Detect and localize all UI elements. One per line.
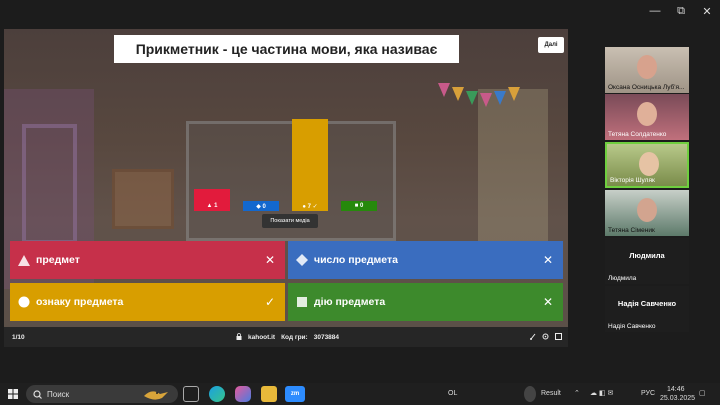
bird-widget-icon [140, 386, 172, 404]
participant-name: Людмила [608, 275, 637, 282]
edge-icon[interactable] [209, 386, 225, 402]
circle-icon [18, 296, 30, 308]
background-corkboard [112, 169, 174, 229]
answer-text: ознаку предмета [36, 296, 124, 308]
copilot-icon[interactable] [235, 386, 251, 402]
background-window [22, 124, 77, 244]
site-url: kahoot.it [248, 333, 276, 341]
answer-text: дію предмета [314, 296, 386, 308]
diamond-icon [296, 254, 308, 266]
chevron-up-icon[interactable]: ⌃ [574, 389, 580, 397]
participant-name: Надія Савченко [608, 323, 656, 330]
answer-text: предмет [36, 254, 80, 266]
clock-time[interactable]: 14:46 [667, 386, 685, 393]
lock-icon [236, 332, 242, 342]
participant-tile[interactable]: Оксана Осницька Луб'я... [605, 47, 689, 93]
close-icon: ✕ [264, 253, 275, 267]
square-icon [296, 296, 308, 308]
footer-tools [529, 332, 562, 342]
language-indicator[interactable]: РУС [641, 390, 655, 397]
pin-label: Код гри: [281, 333, 308, 341]
game-pin: 3073884 [313, 333, 340, 341]
show-media-tooltip[interactable]: Показати медіа [262, 214, 318, 228]
result-bar-label: ▲ 1 [194, 201, 230, 211]
result-bar-label: ■ 0 [341, 201, 377, 211]
zoom-icon[interactable]: zm [285, 386, 305, 402]
fullscreen-icon[interactable] [555, 332, 562, 342]
bunting-decoration [438, 79, 528, 109]
participant-name: Тетяна Солдатенко [608, 131, 667, 138]
close-button[interactable]: ✕ [694, 0, 720, 22]
participant-title: Людмила [629, 251, 665, 260]
window-controls: — ⧉ ✕ [642, 0, 720, 22]
answer-option-2[interactable]: число предмета ✕ [288, 241, 563, 279]
next-button[interactable]: Далі [538, 37, 564, 53]
result-icon [524, 386, 536, 402]
clock-date[interactable]: 25.03.2025 [660, 395, 695, 402]
shared-screen: Прикметник - це частина мови, яка назива… [4, 29, 568, 347]
participant-tile[interactable]: Людмила Людмила [605, 238, 689, 284]
settings-icon[interactable] [542, 333, 549, 342]
windows-icon [8, 389, 18, 399]
participant-tile[interactable]: Надія Савченко Надія Савченко [605, 286, 689, 332]
game-info: kahoot.it Код гри: 3073884 [236, 332, 340, 342]
close-icon: ✕ [542, 253, 553, 267]
result-bar [292, 119, 328, 201]
taskbar: Поиск zm OL Result ⌃ ☁ ◧ ✉ РУС 14:46 25.… [0, 383, 720, 405]
minimize-button[interactable]: — [642, 0, 668, 22]
avatar [637, 55, 657, 79]
participant-tile[interactable]: Тетяна Солдатенко [605, 94, 689, 140]
tray-icons[interactable]: ☁ ◧ ✉ [590, 389, 613, 397]
avatar [639, 152, 659, 176]
kahoot-footer: 1/10 kahoot.it Код гри: 3073884 [4, 327, 568, 347]
participant-name: Оксана Осницька Луб'я... [608, 84, 685, 91]
answer-option-3[interactable]: ознаку предмета ✓ [10, 283, 285, 321]
music-icon[interactable] [529, 333, 536, 342]
answer-text: число предмета [314, 254, 398, 266]
avatar [637, 102, 657, 126]
participant-tile-active[interactable]: Вікторія Шуляк [605, 142, 689, 188]
start-button[interactable] [0, 383, 26, 405]
result-label[interactable]: Result [541, 390, 561, 397]
answer-option-4[interactable]: дію предмета ✕ [288, 283, 563, 321]
ol-label: OL [448, 390, 458, 397]
search-icon [33, 389, 42, 399]
triangle-icon [18, 254, 30, 266]
taskbar-search[interactable]: Поиск [26, 385, 178, 403]
question-progress: 1/10 [12, 333, 25, 341]
file-explorer-icon[interactable] [261, 386, 277, 402]
result-bar-label: ◆ 0 [243, 201, 279, 211]
answer-option-1[interactable]: предмет ✕ [10, 241, 285, 279]
screen: — ⧉ ✕ Прикметник - це частина мови, яка … [0, 0, 720, 405]
check-icon: ✓ [264, 295, 275, 309]
result-bar [194, 189, 230, 201]
participant-name: Вікторія Шуляк [610, 177, 655, 184]
participant-name: Тетяна Сіменик [608, 227, 655, 234]
search-placeholder: Поиск [47, 389, 70, 399]
question-title: Прикметник - це частина мови, яка назива… [114, 35, 459, 63]
task-view-icon[interactable] [183, 386, 199, 402]
avatar [637, 198, 657, 222]
participant-title: Надія Савченко [617, 299, 677, 308]
participant-tile[interactable]: Тетяна Сіменик [605, 190, 689, 236]
notification-icon[interactable]: ▢ [699, 389, 706, 397]
close-icon: ✕ [542, 295, 553, 309]
result-bar-label: ● 7 ✓ [292, 201, 328, 211]
maximize-button[interactable]: ⧉ [668, 0, 694, 22]
